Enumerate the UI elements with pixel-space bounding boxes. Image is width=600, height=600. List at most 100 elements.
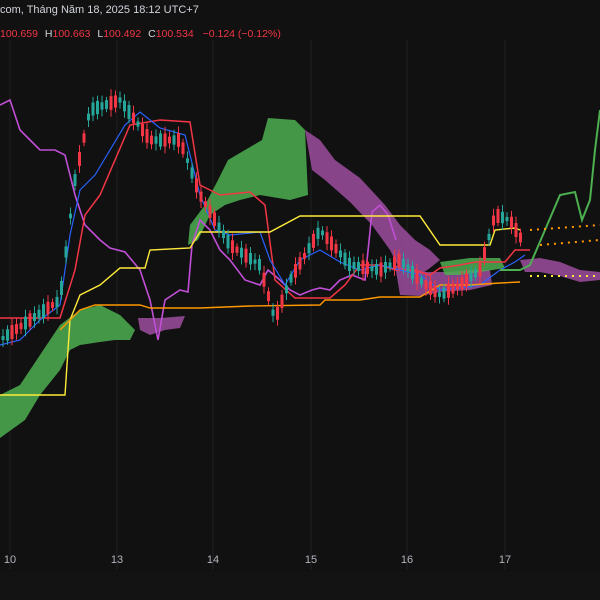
candle-body: [55, 296, 59, 308]
candle-body: [172, 135, 176, 145]
candle-body: [276, 306, 279, 320]
candle-body: [222, 230, 225, 239]
candle-body: [46, 301, 50, 315]
x-tick-label: 10: [4, 554, 16, 566]
candle-body: [375, 264, 378, 275]
candle-body: [42, 304, 45, 318]
candle-body: [6, 329, 9, 341]
candle-body: [141, 123, 144, 137]
candle-body: [343, 252, 347, 266]
candle-body: [289, 274, 293, 283]
candle-body: [186, 158, 189, 163]
candle-body: [483, 247, 486, 260]
x-tick-label: 15: [305, 554, 317, 566]
candle-body: [388, 262, 392, 268]
grid: [9, 40, 506, 570]
candle-body: [163, 133, 167, 147]
candle-body: [91, 102, 95, 116]
candle-body: [217, 222, 221, 231]
kumo-cloud: [0, 118, 600, 438]
candle-body: [357, 261, 360, 271]
candle-body: [168, 136, 171, 144]
candle-body: [123, 100, 126, 112]
candle-body: [411, 265, 414, 280]
candle-body: [280, 294, 284, 309]
candle-body: [19, 322, 23, 330]
future-dotted-line: [529, 224, 600, 231]
candle-body: [393, 256, 396, 269]
candle-body: [132, 112, 135, 124]
candle-body: [307, 243, 311, 254]
x-tick-label: 13: [111, 554, 123, 566]
candle-body: [208, 205, 212, 218]
candle-body: [285, 285, 288, 294]
candle-body: [154, 136, 158, 144]
candle-body: [505, 216, 509, 222]
candle-body: [402, 259, 405, 268]
candle-body: [294, 264, 297, 278]
candle-body: [82, 133, 86, 143]
candle-body: [150, 135, 153, 145]
candle-body: [10, 325, 14, 339]
candle-body: [249, 252, 252, 265]
candle-body: [15, 324, 18, 334]
candle-body: [244, 248, 248, 263]
ichimoku-chart[interactable]: 10 13 14 15 16 17: [0, 0, 600, 600]
x-tick-label: 16: [401, 554, 413, 566]
candle-body: [397, 253, 401, 268]
candle-body: [384, 261, 387, 273]
candle-body: [258, 258, 261, 271]
candle-body: [492, 215, 495, 226]
candle-body: [253, 259, 257, 264]
candle-body: [352, 262, 356, 270]
candle-body: [487, 233, 491, 241]
candle-body: [469, 272, 473, 281]
future-projection-line: [500, 109, 600, 271]
candle-body: [361, 260, 365, 275]
candle-body: [226, 234, 230, 249]
candle-body: [420, 277, 423, 285]
x-tick-label: 14: [207, 554, 219, 566]
candle-body: [456, 283, 459, 290]
candle-body: [433, 285, 437, 298]
candle-body: [1, 336, 5, 340]
candle-body: [514, 223, 518, 237]
candle-body: [442, 287, 446, 299]
candle-body: [262, 272, 266, 287]
candle-body: [60, 281, 63, 295]
candle-body: [510, 216, 513, 229]
candle-body: [213, 212, 216, 226]
candle-body: [321, 230, 324, 236]
candle-body: [73, 174, 77, 186]
candle-body: [109, 96, 113, 110]
candle-body: [406, 264, 410, 272]
candle-body: [267, 291, 270, 302]
candle-body: [303, 253, 306, 259]
candle-body: [460, 277, 464, 290]
candle-body: [415, 270, 419, 284]
candle-body: [33, 313, 36, 321]
candle-body: [195, 178, 198, 193]
candle-body: [204, 201, 207, 208]
candle-body: [451, 283, 455, 294]
candle-body: [181, 142, 185, 155]
candle-body: [424, 279, 428, 290]
candle-body: [159, 133, 162, 147]
candle-body: [235, 246, 239, 253]
candle-body: [438, 292, 441, 297]
candle-body: [447, 283, 450, 298]
candle-body: [114, 95, 117, 108]
candle-body: [69, 213, 72, 219]
candle-body: [298, 257, 302, 270]
candle-body: [474, 269, 477, 278]
candle-body: [496, 209, 500, 223]
candle-body: [64, 246, 68, 258]
candle-body: [190, 167, 194, 179]
candle-body: [334, 244, 338, 254]
candle-body: [105, 100, 108, 109]
candle-body: [78, 152, 81, 166]
future-dotted-line: [539, 239, 600, 246]
candle-body: [37, 309, 41, 319]
candle-body: [136, 121, 140, 127]
candle-body: [240, 247, 243, 258]
